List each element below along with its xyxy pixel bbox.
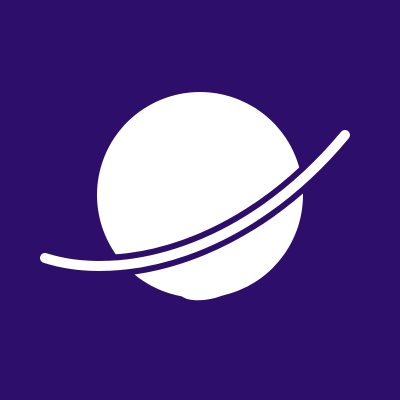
planet-icon — [0, 0, 400, 400]
app-icon — [0, 0, 400, 400]
